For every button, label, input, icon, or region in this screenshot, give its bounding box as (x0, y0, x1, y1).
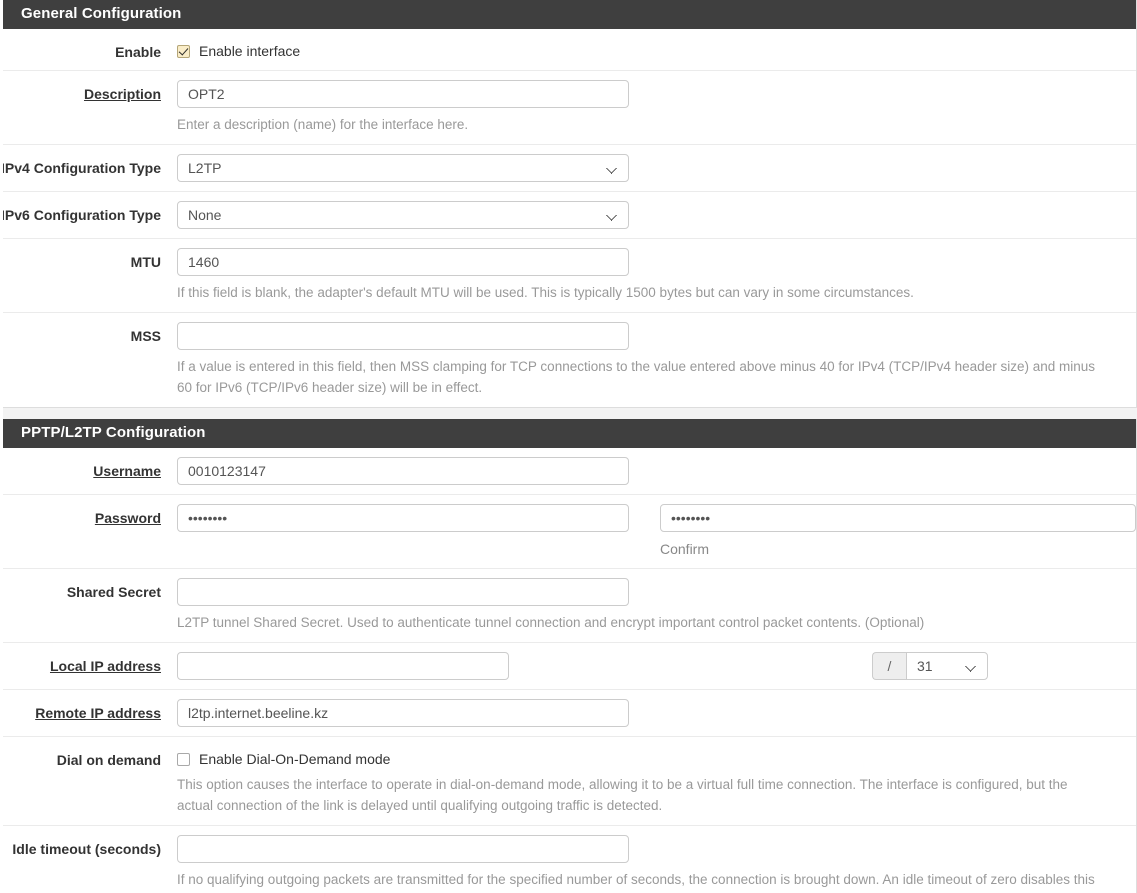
field-ipv4-configuration-type: NoneStatic IPv4DHCPPPPPPPoEPPTPL2TP (177, 154, 1136, 182)
label-enable: Enable (115, 44, 161, 60)
field-dial-on-demand: Enable Dial-On-Demand mode This option ca… (177, 746, 1136, 816)
help-text-shared-secret: L2TP tunnel Shared Secret. Used to authe… (177, 615, 925, 630)
input-description[interactable] (177, 80, 629, 108)
label-password: Password (94, 510, 161, 526)
input-username[interactable] (177, 457, 629, 485)
form-row-mss: MSS If a value is entered in this field, … (1, 313, 1136, 407)
help-text-dial-on-demand: This option causes the interface to oper… (177, 777, 1068, 813)
label-username: Username (93, 463, 161, 479)
interface-configuration-page: General Configuration Enable Enable interf… (0, 0, 1137, 893)
label-remote-ip-address: Remote IP address (35, 705, 161, 721)
form-row-local-ip-address: Local IP address/3231302928272624168 (1, 643, 1136, 690)
select-ipv4-configuration-type[interactable]: NoneStatic IPv4DHCPPPPPPPoEPPTPL2TP (177, 154, 629, 182)
checkbox-unchecked-icon[interactable] (177, 752, 190, 766)
form-row-ipv4-configuration-type: IPv4 Configuration Type NoneStatic IPv4DH… (1, 145, 1136, 192)
subnet-group: /3231302928272624168 (872, 652, 988, 680)
field-local-ip-address: /3231302928272624168 (177, 652, 1136, 680)
input-shared-secret[interactable] (177, 578, 629, 606)
label-local-ip-address: Local IP address (49, 658, 161, 674)
panel-heading-pptp-l2tp: PPTP/L2TP Configuration (1, 419, 1136, 448)
form-row-dial-on-demand: Dial on demand Enable Dial-On-Demand mode… (1, 737, 1136, 826)
checkbox-label-enable: Enable interface (199, 43, 301, 59)
subnet-slash-addon: / (872, 652, 906, 680)
label-mss: MSS (130, 328, 161, 344)
field-mtu: If this field is blank, the adapter's de… (177, 248, 1136, 303)
label-idle-timeout: Idle timeout (seconds) (12, 841, 161, 857)
form-row-ipv6-configuration-type: IPv6 Configuration Type NoneStatic IPv6DH… (1, 192, 1136, 239)
input-remote-ip-address[interactable] (177, 699, 629, 727)
input-idle-timeout[interactable] (177, 835, 629, 863)
form-row-remote-ip-address: Remote IP address (1, 690, 1136, 737)
field-idle-timeout: If no qualifying outgoing packets are tr… (177, 835, 1136, 893)
password-confirm-label: Confirm (660, 541, 710, 557)
page-left-margin (0, 0, 3, 893)
form-row-description: Description Enter a description (name) fo… (1, 71, 1136, 145)
select-ipv6-configuration-type[interactable]: NoneStatic IPv6DHCP6SLAAC6rd Tunnel6to4 … (177, 201, 629, 229)
field-ipv6-configuration-type: NoneStatic IPv6DHCP6SLAAC6rd Tunnel6to4 … (177, 201, 1136, 229)
form-row-shared-secret: Shared Secret L2TP tunnel Shared Secret. … (1, 569, 1136, 643)
password-input[interactable] (177, 504, 629, 532)
help-text-mss: If a value is entered in this field, the… (177, 359, 1095, 395)
label-ipv6-configuration-type: IPv6 Configuration Type (1, 207, 161, 223)
field-description: Enter a description (name) for the inter… (177, 80, 1136, 135)
label-shared-secret: Shared Secret (66, 584, 161, 600)
checkbox-checked-icon[interactable] (177, 44, 190, 58)
checkbox-line-dial-on-demand: Enable Dial-On-Demand mode (177, 746, 1136, 768)
panel-body-pptp-l2tp: Username Password Confirm Shared Secret L2TP… (1, 448, 1136, 893)
local-ip-row: /3231302928272624168 (177, 652, 1136, 680)
field-username (177, 457, 1136, 485)
checkbox-line-enable: Enable interface (177, 38, 1136, 60)
form-row-enable: Enable Enable interface (1, 29, 1136, 71)
field-password: Confirm (177, 504, 1136, 559)
help-text-description: Enter a description (name) for the inter… (177, 117, 469, 132)
field-mss: If a value is entered in this field, the… (177, 322, 1136, 398)
form-row-mtu: MTU If this field is blank, the adapter's… (1, 239, 1136, 313)
field-enable: Enable interface (177, 38, 1136, 60)
label-dial-on-demand: Dial on demand (56, 752, 161, 768)
panel-general: General Configuration Enable Enable interf… (0, 0, 1137, 408)
form-row-password: Password Confirm (1, 495, 1136, 569)
panel-pptp-l2tp: PPTP/L2TP Configuration Username Password C… (0, 419, 1137, 893)
panel-body-general: Enable Enable interface Description Enter a… (1, 29, 1136, 407)
panel-gap (0, 408, 1137, 419)
password-confirm-input[interactable] (660, 504, 1136, 532)
local-ip-input-wrap (177, 652, 509, 680)
panel-heading-general: General Configuration (1, 0, 1136, 29)
sections-container: General Configuration Enable Enable interf… (0, 0, 1137, 893)
form-row-idle-timeout: Idle timeout (seconds) If no qualifying o… (1, 826, 1136, 893)
checkbox-label-dial-on-demand: Enable Dial-On-Demand mode (199, 751, 391, 767)
password-confirm-wrap: Confirm (660, 504, 1136, 559)
input-mtu[interactable] (177, 248, 629, 276)
label-ipv4-configuration-type: IPv4 Configuration Type (1, 160, 161, 176)
label-description: Description (83, 86, 161, 102)
input-mss[interactable] (177, 322, 629, 350)
field-shared-secret: L2TP tunnel Shared Secret. Used to authe… (177, 578, 1136, 633)
local-ip-input[interactable] (177, 652, 509, 680)
help-text-idle-timeout: If no qualifying outgoing packets are tr… (177, 872, 1095, 887)
label-mtu: MTU (130, 254, 161, 270)
help-text-mtu: If this field is blank, the adapter's de… (177, 285, 914, 300)
password-row-password: Confirm (177, 504, 1136, 559)
form-row-username: Username (1, 448, 1136, 495)
subnet-select[interactable]: 3231302928272624168 (906, 652, 988, 680)
field-remote-ip-address (177, 699, 1136, 727)
